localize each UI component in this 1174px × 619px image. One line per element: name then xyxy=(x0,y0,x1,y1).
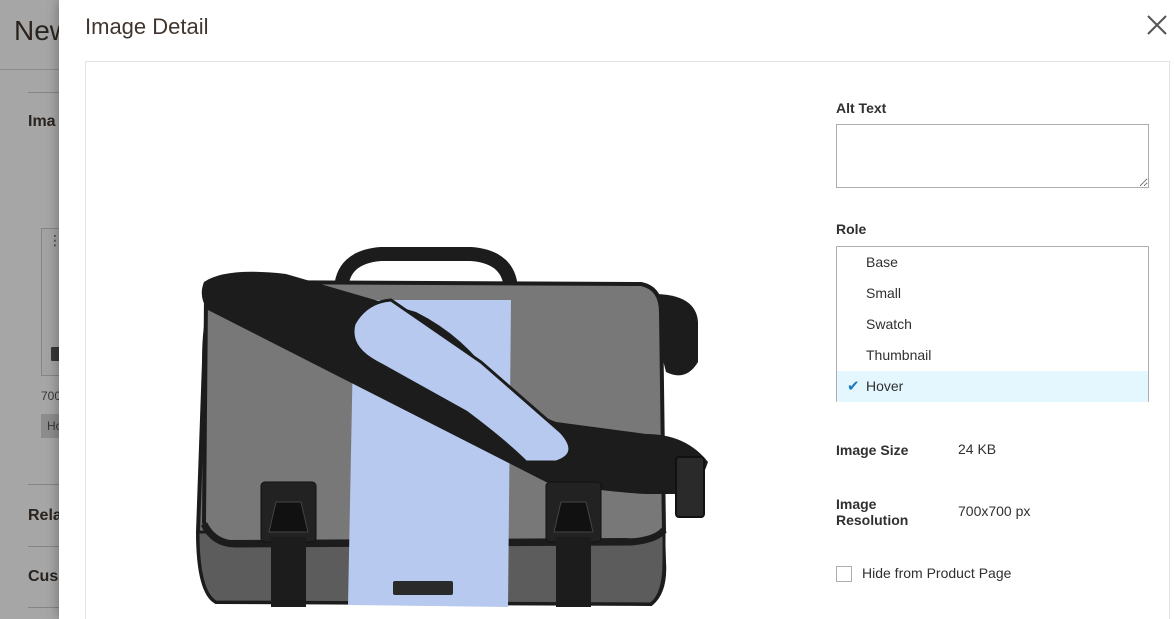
role-option-label: Swatch xyxy=(866,316,912,332)
modal-body: Alt Text Role Base Small Swatch Thumbnai… xyxy=(85,61,1170,619)
image-resolution-label-line1: Image xyxy=(836,496,877,512)
image-size-value: 24 KB xyxy=(958,441,997,457)
role-option-swatch[interactable]: Swatch xyxy=(837,309,1148,340)
image-detail-form: Alt Text Role Base Small Swatch Thumbnai… xyxy=(836,62,1166,619)
alt-text-input[interactable] xyxy=(836,124,1149,188)
role-multiselect[interactable]: Base Small Swatch Thumbnail ✔ Hover xyxy=(836,246,1149,402)
role-option-label: Hover xyxy=(866,378,904,394)
role-option-small[interactable]: Small xyxy=(837,278,1148,309)
role-option-label: Thumbnail xyxy=(866,347,932,363)
image-detail-modal: Image Detail Alt Text Role Base Small Sw… xyxy=(59,0,1174,619)
hide-from-product-page-label[interactable]: Hide from Product Page xyxy=(862,565,1011,581)
image-resolution-value: 700x700 px xyxy=(958,503,1031,519)
messenger-bag-image xyxy=(195,247,708,607)
hide-from-product-page-checkbox[interactable] xyxy=(836,566,852,582)
image-size-label: Image Size xyxy=(836,442,909,458)
image-resolution-label: Image Resolution xyxy=(836,496,908,528)
product-image-preview xyxy=(86,62,806,619)
role-option-base[interactable]: Base xyxy=(837,247,1148,278)
checkmark-icon: ✔ xyxy=(847,378,860,395)
close-icon xyxy=(1147,15,1167,35)
alt-text-label: Alt Text xyxy=(836,100,887,116)
modal-title: Image Detail xyxy=(85,14,209,39)
image-resolution-label-line2: Resolution xyxy=(836,512,909,528)
role-option-hover[interactable]: ✔ Hover xyxy=(837,371,1148,402)
role-option-label: Small xyxy=(866,285,902,301)
role-option-thumbnail[interactable]: Thumbnail xyxy=(837,340,1148,371)
close-button[interactable] xyxy=(1142,10,1172,40)
role-label: Role xyxy=(836,221,867,237)
role-option-label: Base xyxy=(866,254,898,270)
